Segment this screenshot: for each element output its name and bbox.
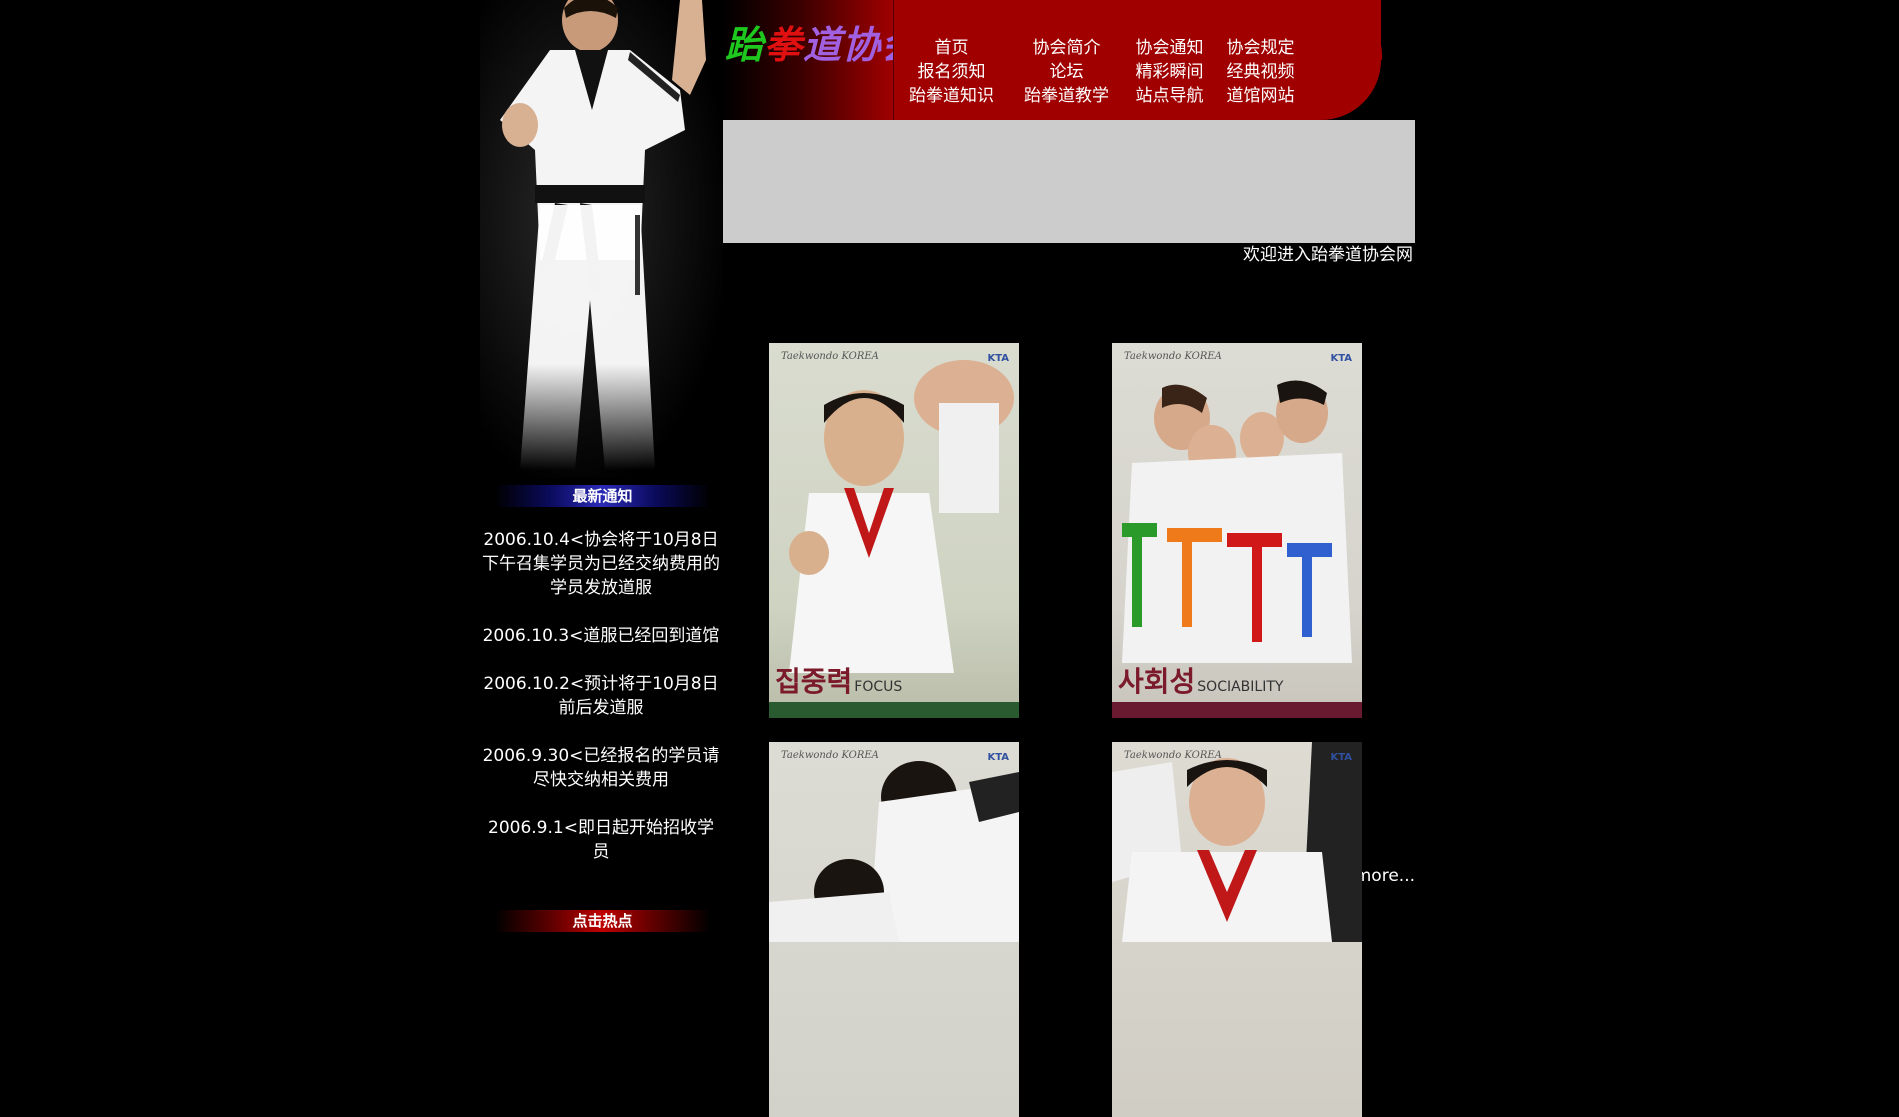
hot-clicks-header: 点击热点 [495,910,710,932]
nav-notices[interactable]: 协会通知 [1124,36,1215,60]
notice-item[interactable]: 2006.10.3<道服已经回到道馆 [480,624,722,648]
notice-item[interactable]: 2006.10.2<预计将于10月8日前后发道服 [480,672,722,720]
welcome-marquee: 欢迎进入跆拳道协会网 [723,243,1413,271]
photo-brand: Taekwondo KOREA [781,750,879,761]
main-nav: 首页 协会简介 协会通知 协会规定 报名须知 论坛 精彩瞬间 经典视频 跆拳道知… [893,0,1382,120]
nav-teaching[interactable]: 跆拳道教学 [1009,84,1124,108]
kta-badge: KTA [1330,353,1352,364]
caption-korean: 사회성 [1118,665,1196,698]
nav-knowledge[interactable]: 跆拳道知识 [894,84,1009,108]
nav-sitemap[interactable]: 站点导航 [1124,84,1215,108]
notice-list: 2006.10.4<协会将于10月8日下午召集学员为已经交纳费用的学员发放道服 … [480,528,722,888]
photo-tying-belt-illustration [1112,742,1362,942]
photo-bowing[interactable]: Taekwondo KOREA KTA [769,742,1019,1117]
latest-notices-header: 最新通知 [495,485,710,507]
photo-tying-belt[interactable]: Taekwondo KOREA KTA [1112,742,1362,1117]
nav-dojang-sites[interactable]: 道馆网站 [1215,84,1306,108]
nav-home[interactable]: 首页 [894,36,1009,60]
caption-english: SOCIABILITY [1197,679,1284,695]
nav-registration[interactable]: 报名须知 [894,60,1009,84]
kta-badge: KTA [987,752,1009,763]
nav-about[interactable]: 协会简介 [1009,36,1124,60]
nav-grid: 首页 协会简介 协会通知 协会规定 报名须知 论坛 精彩瞬间 经典视频 跆拳道知… [894,36,1306,108]
photo-caption: 사회성 SOCIABILITY [1118,660,1283,700]
kta-badge: KTA [1330,752,1352,763]
notice-item[interactable]: 2006.9.30<已经报名的学员请尽快交纳相关费用 [480,744,722,792]
caption-strip [769,702,1019,718]
nav-rules[interactable]: 协会规定 [1215,36,1306,60]
photo-bowing-illustration [769,761,1019,942]
more-notices-link[interactable]: more... [1355,866,1415,886]
kta-badge: KTA [987,353,1009,364]
photo-brand: Taekwondo KOREA [1124,351,1222,362]
banner-placeholder [723,120,1415,243]
page-container: 跆拳道协会 首页 协会简介 协会通知 协会规定 报名须知 论坛 精彩瞬间 经典视… [480,0,1415,1117]
nav-highlights[interactable]: 精彩瞬间 [1124,60,1215,84]
site-logo[interactable]: 跆拳道协会 [725,14,920,69]
marquee-text: 欢迎进入跆拳道协会网 [1243,245,1413,265]
notice-item[interactable]: 2006.9.1<即日起开始招收学员 [480,816,722,864]
logo-area: 跆拳道协会 [723,0,919,120]
athlete-illustration [500,0,706,470]
hero-athlete-image [480,0,723,478]
photo-focus[interactable]: Taekwondo KOREA KTA 집중력 FOCUS [769,343,1019,718]
photo-brand: Taekwondo KOREA [1124,750,1222,761]
nav-videos[interactable]: 经典视频 [1215,60,1306,84]
notice-item[interactable]: 2006.10.4<协会将于10月8日下午召集学员为已经交纳费用的学员发放道服 [480,528,722,600]
photo-brand: Taekwondo KOREA [781,351,879,362]
photo-caption: 집중력 FOCUS [775,660,902,700]
nav-forum[interactable]: 论坛 [1009,60,1124,84]
caption-korean: 집중력 [775,665,853,698]
caption-strip [1112,702,1362,718]
caption-english: FOCUS [854,679,903,695]
photo-sociability[interactable]: Taekwondo KOREA KTA 사회성 SOCIABILITY [1112,343,1362,718]
